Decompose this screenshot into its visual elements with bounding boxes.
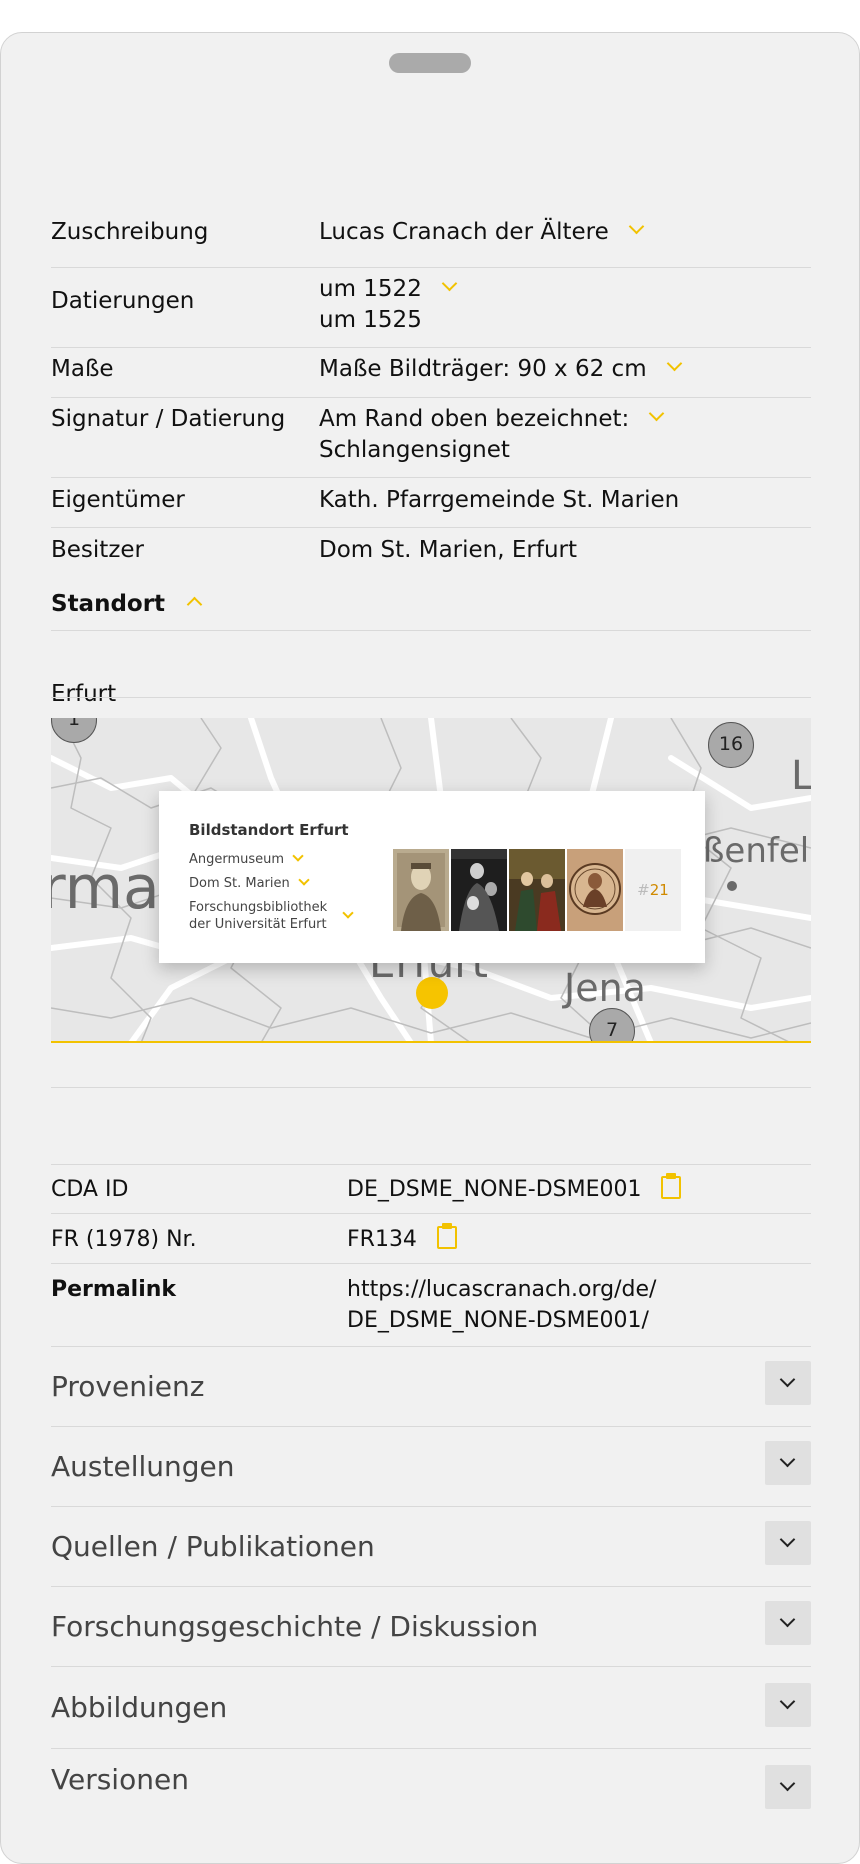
standort-city: Erfurt <box>51 681 117 707</box>
divider <box>51 697 811 698</box>
expand-button[interactable] <box>765 1683 811 1727</box>
expand-button[interactable] <box>765 1765 811 1809</box>
accordion-title: Abbildungen <box>51 1691 228 1724</box>
attribute-row-signatur: Signatur / Datierung Am Rand oben bezeic… <box>51 398 811 478</box>
attribute-value: Kath. Pfarrgemeinde St. Marien <box>319 487 680 513</box>
map-label-region: rma <box>51 853 160 923</box>
map-cluster-marker[interactable]: 16 <box>708 722 754 768</box>
popup-link-dom[interactable]: Dom St. Marien <box>189 873 310 892</box>
accordion-title: Versionen <box>51 1763 189 1796</box>
attribute-row-datierungen: Datierungen um 1522 um 1525 <box>51 268 811 348</box>
popup-title: Bildstandort Erfurt <box>189 821 349 839</box>
identifier-label: FR (1978) Nr. <box>51 1227 197 1252</box>
permalink-link[interactable]: https://lucascranach.org/de/DE_DSME_NONE… <box>347 1274 656 1336</box>
accordion-title: Quellen / Publikationen <box>51 1530 375 1563</box>
accordion-versionen[interactable]: Versionen <box>51 1749 811 1829</box>
artwork-thumbnail[interactable] <box>451 849 507 931</box>
chevron-down-icon[interactable] <box>298 873 310 886</box>
attribute-label: Zuschreibung <box>51 219 209 245</box>
chevron-down-icon <box>779 1693 796 1710</box>
clipboard-icon[interactable] <box>661 1172 682 1199</box>
accordion-austellungen[interactable]: Austellungen <box>51 1427 811 1507</box>
location-pin[interactable] <box>416 977 448 1009</box>
chevron-down-icon[interactable] <box>649 405 665 422</box>
map-label-town: ßenfel <box>703 831 810 871</box>
attribute-row-zuschreibung: Zuschreibung Lucas Cranach der Ältere <box>51 198 811 268</box>
chevron-down-icon <box>779 1451 796 1468</box>
artwork-thumbnail[interactable] <box>567 849 623 931</box>
town-marker <box>727 881 737 891</box>
chevron-down-icon[interactable] <box>292 849 304 862</box>
chevron-down-icon[interactable] <box>666 355 682 372</box>
expand-button[interactable] <box>765 1521 811 1565</box>
attribute-row-masse: Maße Maße Bildträger: 90 x 62 cm <box>51 348 811 398</box>
identifier-row-cda-id: CDA ID DE_DSME_NONE-DSME001 <box>51 1164 811 1214</box>
attribute-value[interactable]: Maße Bildträger: 90 x 62 cm <box>319 354 682 385</box>
attribute-label: Datierungen <box>51 288 195 314</box>
location-popup: Bildstandort Erfurt Angermuseum Dom St. … <box>159 791 705 963</box>
accordion-title: Provenienz <box>51 1370 205 1403</box>
identifier-value: DE_DSME_NONE-DSME001 <box>347 1172 682 1205</box>
expand-button[interactable] <box>765 1441 811 1485</box>
clipboard-icon[interactable] <box>436 1222 457 1249</box>
identifier-value: FR134 <box>347 1222 457 1255</box>
accordion-title: Forschungsgeschichte / Diskussion <box>51 1610 539 1643</box>
divider <box>51 630 811 631</box>
map-label-jena: Jena <box>564 966 646 1010</box>
accordion-quellen[interactable]: Quellen / Publikationen <box>51 1507 811 1587</box>
chevron-down-icon[interactable] <box>628 218 645 235</box>
popup-link-forschungsbibliothek[interactable]: Forschungsbibliothek der Universität Erfu… <box>189 899 354 933</box>
chevron-down-icon <box>779 1531 796 1548</box>
chevron-down-icon <box>779 1371 796 1388</box>
bottom-sheet: Zuschreibung Lucas Cranach der Ältere Da… <box>0 32 860 1864</box>
chevron-down-icon[interactable] <box>342 907 354 919</box>
popup-link-angermuseum[interactable]: Angermuseum <box>189 849 304 868</box>
accordion-title: Austellungen <box>51 1450 235 1483</box>
chevron-down-icon[interactable] <box>441 275 458 292</box>
standort-heading: Standort <box>51 591 166 617</box>
attribute-value: Dom St. Marien, Erfurt <box>319 537 578 563</box>
more-images-count[interactable]: #21 <box>625 849 681 931</box>
identifier-row-fr-nr: FR (1978) Nr. FR134 <box>51 1214 811 1264</box>
chevron-down-icon <box>779 1775 796 1792</box>
accordion-abbildungen[interactable]: Abbildungen <box>51 1667 811 1749</box>
attribute-value[interactable]: um 1522 um 1525 <box>319 274 458 336</box>
drag-handle[interactable] <box>389 53 471 73</box>
identifier-row-permalink: Permalink https://lucascranach.org/de/DE… <box>51 1264 811 1347</box>
map-label-fragment: L <box>791 753 811 799</box>
identifier-label: CDA ID <box>51 1177 129 1202</box>
identifier-label: Permalink <box>51 1277 177 1302</box>
artwork-thumbnails: #21 <box>393 849 681 931</box>
attribute-row-besitzer: Besitzer Dom St. Marien, Erfurt <box>51 528 811 568</box>
accordion-provenienz[interactable]: Provenienz <box>51 1347 811 1427</box>
artwork-thumbnail[interactable] <box>509 849 565 931</box>
attribute-label: Maße <box>51 356 114 382</box>
attribute-label: Eigentümer <box>51 487 185 513</box>
artwork-thumbnail[interactable] <box>393 849 449 931</box>
chevron-down-icon <box>779 1611 796 1628</box>
expand-button[interactable] <box>765 1361 811 1405</box>
expand-button[interactable] <box>765 1601 811 1645</box>
standort-toggle[interactable]: Standort <box>51 589 203 620</box>
location-map[interactable]: rma Erfurt Jena ßenfel L 1 16 7 Bildstan… <box>51 718 811 1043</box>
attribute-label: Signatur / Datierung <box>51 406 286 432</box>
attribute-label: Besitzer <box>51 537 144 563</box>
attribute-value[interactable]: Lucas Cranach der Ältere <box>319 217 645 248</box>
accordion-forschungsgeschichte[interactable]: Forschungsgeschichte / Diskussion <box>51 1587 811 1667</box>
attribute-value[interactable]: Am Rand oben bezeichnet: Schlangensignet <box>319 404 665 466</box>
attribute-row-eigentuemer: Eigentümer Kath. Pfarrgemeinde St. Marie… <box>51 478 811 528</box>
divider <box>51 1087 811 1088</box>
chevron-up-icon[interactable] <box>186 596 203 613</box>
